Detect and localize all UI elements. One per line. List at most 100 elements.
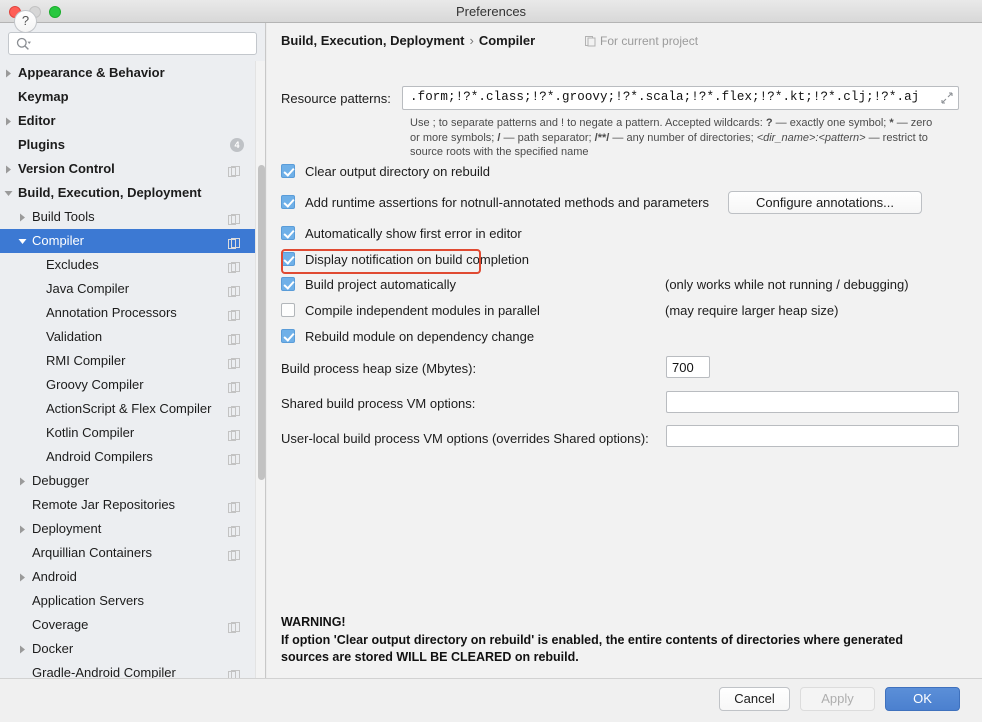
checkbox-show-first-error[interactable] xyxy=(281,226,295,240)
help-button[interactable]: ? xyxy=(14,10,37,33)
shared-vm-options-label: Shared build process VM options: xyxy=(281,396,476,411)
project-scope-icon xyxy=(228,378,241,393)
sidebar-scrollbar-thumb[interactable] xyxy=(258,165,265,480)
sidebar-item-label: Build, Execution, Deployment xyxy=(18,185,202,200)
chevron-right-icon[interactable] xyxy=(2,109,16,133)
checkbox-compile-parallel[interactable] xyxy=(281,303,295,317)
sidebar-item-coverage[interactable]: Coverage xyxy=(0,613,265,637)
hint-b4: /**/ xyxy=(594,131,610,144)
project-scope-icon xyxy=(228,258,241,273)
chevron-right-icon[interactable] xyxy=(16,637,30,661)
sidebar-item-label: Arquillian Containers xyxy=(32,545,152,560)
preferences-window: Preferences Appearance & Behavior Keymap E… xyxy=(0,0,982,722)
breadcrumb-separator: › xyxy=(469,33,474,48)
resource-patterns-label: Resource patterns: xyxy=(281,91,391,106)
chevron-right-icon[interactable] xyxy=(16,469,30,493)
chevron-right-icon[interactable] xyxy=(2,61,16,85)
checkbox-label-rebuild-module: Rebuild module on dependency change xyxy=(305,329,535,344)
sidebar-item-debugger[interactable]: Debugger xyxy=(0,469,265,493)
checkbox-runtime-assertions[interactable] xyxy=(281,195,295,209)
project-scope-icon xyxy=(228,330,241,345)
sidebar-item-label: Application Servers xyxy=(32,593,144,608)
chevron-right-icon[interactable] xyxy=(2,157,16,181)
chevron-down-icon[interactable] xyxy=(16,229,30,253)
sidebar-item-validation[interactable]: Validation xyxy=(0,325,265,349)
sidebar-item-plugins[interactable]: Plugins 4 xyxy=(0,133,265,157)
sidebar-item-remote-jar-repositories[interactable]: Remote Jar Repositories xyxy=(0,493,265,517)
sidebar-item-badge: 4 xyxy=(230,138,244,152)
sidebar-item-label: Java Compiler xyxy=(46,281,130,296)
note-build-project-automatically: (only works while not running / debuggin… xyxy=(665,277,909,292)
breadcrumb-current: Compiler xyxy=(478,33,536,48)
sidebar-item-docker[interactable]: Docker xyxy=(0,637,265,661)
sidebar-item-label: Plugins xyxy=(18,137,65,152)
chevron-down-icon[interactable] xyxy=(2,181,16,205)
sidebar-item-deployment[interactable]: Deployment xyxy=(0,517,265,541)
checkbox-label-build-project-automatically: Build project automatically xyxy=(305,277,457,292)
settings-tree[interactable]: Appearance & Behavior Keymap Editor Plugins… xyxy=(0,61,265,678)
checkbox-display-notification[interactable] xyxy=(281,252,295,266)
sidebar-item-groovy-compiler[interactable]: Groovy Compiler xyxy=(0,373,265,397)
search-box[interactable] xyxy=(8,32,257,56)
sidebar-item-label: Remote Jar Repositories xyxy=(32,497,176,512)
sidebar-item-build-tools[interactable]: Build Tools xyxy=(0,205,265,229)
settings-sidebar: Appearance & Behavior Keymap Editor Plugins… xyxy=(0,23,266,678)
checkbox-rebuild-module[interactable] xyxy=(281,329,295,343)
sidebar-item-android[interactable]: Android xyxy=(0,565,265,589)
sidebar-item-actionscript-flex-compiler[interactable]: ActionScript & Flex Compiler xyxy=(0,397,265,421)
sidebar-item-editor[interactable]: Editor xyxy=(0,109,265,133)
project-scope-icon xyxy=(228,618,241,633)
hint-p4: — path separator; xyxy=(500,131,595,144)
window-title: Preferences xyxy=(455,4,527,19)
heap-size-label: Build process heap size (Mbytes): xyxy=(281,361,477,376)
sidebar-item-build-execution-deployment[interactable]: Build, Execution, Deployment xyxy=(0,181,265,205)
chevron-right-icon[interactable] xyxy=(16,517,30,541)
sidebar-item-label: Kotlin Compiler xyxy=(46,425,135,440)
sidebar-item-arquillian-containers[interactable]: Arquillian Containers xyxy=(0,541,265,565)
sidebar-item-gradle-android-compiler[interactable]: Gradle-Android Compiler xyxy=(0,661,265,678)
sidebar-item-application-servers[interactable]: Application Servers xyxy=(0,589,265,613)
chevron-right-icon[interactable] xyxy=(16,205,30,229)
chevron-right-icon[interactable] xyxy=(16,565,30,589)
sidebar-item-android-compilers[interactable]: Android Compilers xyxy=(0,445,265,469)
checkbox-label-clear-output-directory: Clear output directory on rebuild xyxy=(305,164,490,179)
warning-line-2: sources are stored WILL BE CLEARED on re… xyxy=(281,650,579,664)
sidebar-item-label: Version Control xyxy=(18,161,115,176)
checkbox-clear-output-directory[interactable] xyxy=(281,164,295,178)
checkbox-label-show-first-error: Automatically show first error in editor xyxy=(305,226,522,241)
configure-annotations-button[interactable]: Configure annotations... xyxy=(728,191,922,214)
user-local-vm-options-input[interactable] xyxy=(666,425,959,447)
checkbox-build-project-automatically[interactable] xyxy=(281,277,295,291)
sidebar-item-kotlin-compiler[interactable]: Kotlin Compiler xyxy=(0,421,265,445)
warning-text: WARNING! If option 'Clear output directo… xyxy=(281,614,971,667)
for-current-project-label: For current project xyxy=(600,34,699,48)
hint-p5: — any number of directories; xyxy=(609,131,757,144)
sidebar-item-rmi-compiler[interactable]: RMI Compiler xyxy=(0,349,265,373)
project-scope-icon xyxy=(228,546,241,561)
project-scope-icon xyxy=(228,522,241,537)
sidebar-item-version-control[interactable]: Version Control xyxy=(0,157,265,181)
project-scope-icon xyxy=(228,234,241,249)
heap-size-input[interactable] xyxy=(666,356,710,378)
window-titlebar: Preferences xyxy=(0,0,982,23)
sidebar-item-keymap[interactable]: Keymap xyxy=(0,85,265,109)
checkbox-label-runtime-assertions: Add runtime assertions for notnull-annot… xyxy=(305,195,709,210)
sidebar-search xyxy=(8,32,257,56)
hint-b1: ? xyxy=(765,117,773,129)
sidebar-item-appearance-behavior[interactable]: Appearance & Behavior xyxy=(0,61,265,85)
resource-patterns-field[interactable]: .form;!?*.class;!?*.groovy;!?*.scala;!?*… xyxy=(402,86,959,110)
sidebar-item-annotation-processors[interactable]: Annotation Processors xyxy=(0,301,265,325)
cancel-button[interactable]: Cancel xyxy=(719,687,790,711)
hint-p1: Use ; to separate patterns and ! to nega… xyxy=(410,117,766,129)
user-local-vm-options-label: User-local build process VM options (ove… xyxy=(281,431,649,446)
sidebar-item-label: Build Tools xyxy=(32,209,95,224)
sidebar-item-java-compiler[interactable]: Java Compiler xyxy=(0,277,265,301)
expand-editor-icon[interactable] xyxy=(941,92,953,104)
search-input[interactable] xyxy=(35,33,254,56)
sidebar-item-compiler[interactable]: Compiler xyxy=(0,229,265,253)
breadcrumb-parent[interactable]: Build, Execution, Deployment xyxy=(281,33,464,48)
apply-button[interactable]: Apply xyxy=(800,687,875,711)
ok-button[interactable]: OK xyxy=(885,687,960,711)
shared-vm-options-input[interactable] xyxy=(666,391,959,413)
sidebar-item-excludes[interactable]: Excludes xyxy=(0,253,265,277)
